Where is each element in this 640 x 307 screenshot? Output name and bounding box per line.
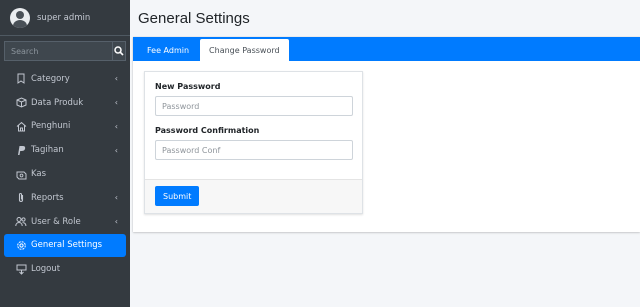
password-confirmation-input[interactable]: [155, 140, 353, 160]
sidebar-item-data-produk[interactable]: Data Produk ‹: [4, 91, 126, 115]
sidebar-item-label: User & Role: [31, 216, 81, 227]
sidebar-item-label: Reports: [31, 192, 64, 203]
logout-icon: [15, 263, 27, 275]
user-name: super admin: [37, 12, 91, 23]
new-password-label: New Password: [155, 82, 221, 91]
tab-change-password[interactable]: Change Password: [200, 39, 289, 61]
chevron-left-icon: ‹: [114, 74, 118, 84]
sidebar-item-user-role[interactable]: User & Role ‹: [4, 210, 126, 234]
users-icon: [15, 216, 27, 228]
sidebar-item-logout[interactable]: Logout: [4, 257, 126, 281]
sidebar-item-penghuni[interactable]: Penghuni ‹: [4, 115, 126, 139]
avatar: [10, 7, 30, 28]
user-panel[interactable]: super admin: [0, 0, 130, 36]
sidebar-item-label: Penghuni: [31, 121, 71, 132]
search-input[interactable]: [4, 41, 112, 61]
sidebar-item-category[interactable]: Category ‹: [4, 67, 126, 91]
sidebar-item-general-settings[interactable]: General Settings: [4, 233, 126, 258]
tab-fee-admin[interactable]: Fee Admin: [138, 40, 198, 61]
sidebar-item-reports[interactable]: Reports ‹: [4, 186, 126, 210]
sidebar-item-label: General Settings: [31, 240, 103, 251]
submit-button[interactable]: Submit: [155, 186, 200, 206]
sidebar-item-label: Category: [31, 73, 70, 84]
search-icon: [114, 46, 124, 56]
sidebar-item-label: Logout: [31, 264, 61, 275]
bookmark-icon: [15, 73, 27, 85]
sidebar-item-label: Kas: [31, 169, 47, 180]
sidebar-item-label: Tagihan: [31, 145, 64, 156]
new-password-input[interactable]: [155, 96, 353, 116]
home-icon: [15, 120, 27, 132]
chevron-left-icon: ‹: [114, 145, 118, 155]
paperclip-icon: [15, 192, 27, 204]
sidebar: super admin Category ‹ Data Produk ‹: [0, 0, 130, 307]
chevron-left-icon: ‹: [114, 121, 118, 131]
paypal-icon: [15, 144, 27, 156]
sidebar-item-tagihan[interactable]: Tagihan ‹: [4, 138, 126, 162]
change-password-form: New Password Password Confirmation Submi…: [144, 71, 363, 214]
content-header: General Settings: [130, 0, 640, 37]
box-icon: [15, 97, 27, 109]
gear-icon: [15, 239, 27, 251]
sidebar-item-label: Data Produk: [31, 97, 84, 108]
password-confirmation-label: Password Confirmation: [155, 126, 260, 135]
sidebar-search: [4, 41, 126, 61]
search-button[interactable]: [112, 41, 126, 61]
sidebar-nav: Category ‹ Data Produk ‹ Penghuni ‹ Tagi…: [0, 67, 130, 281]
chevron-left-icon: ‹: [114, 98, 118, 108]
chevron-left-icon: ‹: [114, 193, 118, 203]
cash-icon: [15, 168, 27, 180]
form-footer: Submit: [145, 179, 362, 213]
page-title: General Settings: [138, 10, 250, 27]
settings-tabs: Fee Admin Change Password: [133, 37, 640, 61]
sidebar-item-kas[interactable]: Kas: [4, 162, 126, 186]
chevron-left-icon: ‹: [114, 217, 118, 227]
